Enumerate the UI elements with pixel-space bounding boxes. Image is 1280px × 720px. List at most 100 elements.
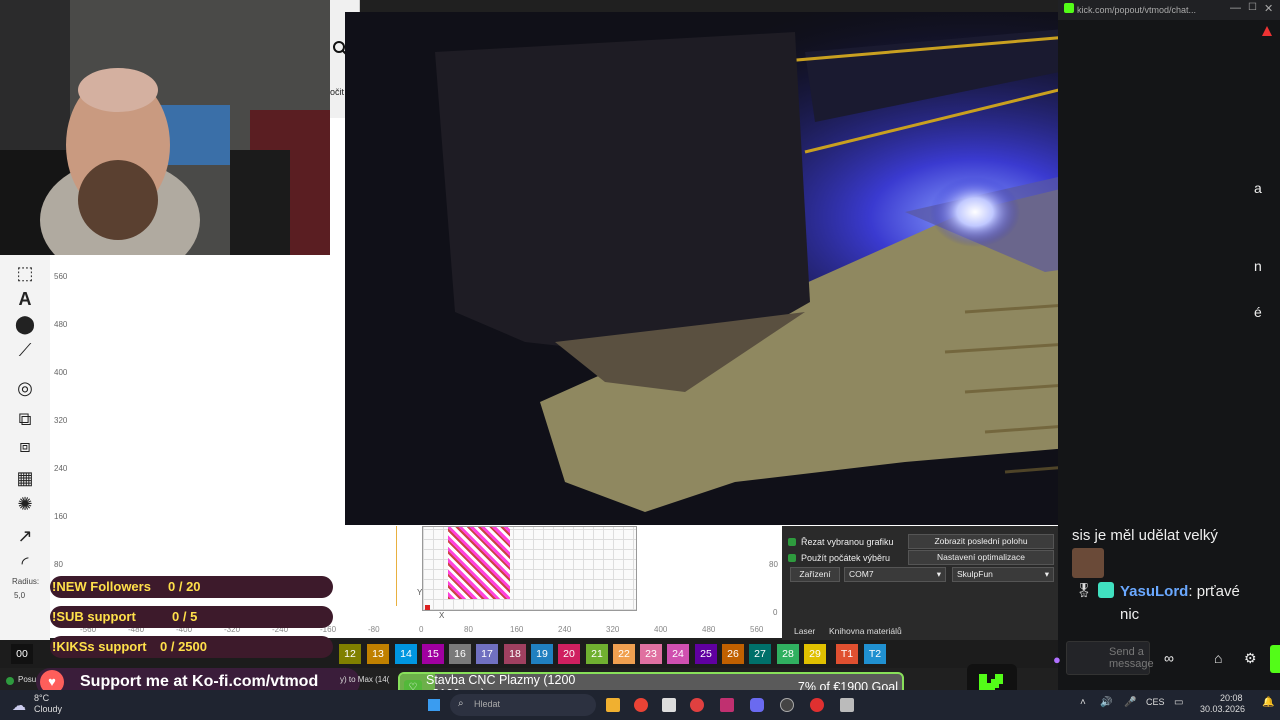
sub-goal-label: !SUB support xyxy=(52,609,136,624)
boolean-union-icon[interactable]: ⧉ xyxy=(14,408,36,430)
x-tick: 240 xyxy=(558,625,572,634)
palette-swatch[interactable]: 12 xyxy=(339,644,361,664)
boolean-subtract-icon[interactable]: ⧈ xyxy=(14,435,36,457)
streamer-webcam xyxy=(0,0,330,255)
right-ruler: 80 0 xyxy=(765,526,782,638)
palette-swatch[interactable]: 18 xyxy=(504,644,526,664)
palette-swatch[interactable]: 16 xyxy=(449,644,471,664)
x-tick: -80 xyxy=(368,625,380,634)
close-icon[interactable]: ✕ xyxy=(1264,2,1273,15)
palette-swatch[interactable]: 14 xyxy=(395,644,417,664)
search-placeholder: Hledat xyxy=(474,699,501,709)
tab-laser[interactable]: Laser xyxy=(794,626,815,636)
badge-icon: 🎖 xyxy=(1075,582,1093,598)
chat-window-titlebar: kick.com/popout/vtmod/chat... — ☐ ✕ xyxy=(1058,0,1280,20)
palette-swatch[interactable]: 27 xyxy=(749,644,771,664)
select-tool-icon[interactable]: ⬚ xyxy=(14,262,36,284)
port-select[interactable]: COM7 ▾ xyxy=(844,567,946,582)
settings-gear-icon[interactable]: ⚙ xyxy=(1244,650,1257,667)
followers-goal-value: 0 / 20 xyxy=(168,579,201,594)
use-origin-checkbox[interactable] xyxy=(788,554,796,562)
palette-swatch[interactable]: 15 xyxy=(422,644,444,664)
palette-swatch[interactable]: 00 xyxy=(11,644,33,664)
file-explorer-icon[interactable] xyxy=(606,698,620,712)
text-tool-icon[interactable]: A xyxy=(14,288,36,310)
offset-icon[interactable]: ◎ xyxy=(14,377,36,399)
optimization-settings-button[interactable]: Nastavení optimalizace xyxy=(908,550,1054,565)
x-tick: 160 xyxy=(510,625,524,634)
palette-swatch[interactable]: 19 xyxy=(531,644,553,664)
chat-message: YasuLord: prťavé nic xyxy=(1120,580,1240,626)
r-tick: 80 xyxy=(769,560,778,569)
discord-icon[interactable] xyxy=(750,698,764,712)
palette-swatch[interactable]: 25 xyxy=(695,644,717,664)
tray-expand-icon[interactable]: ˄ xyxy=(1080,697,1086,708)
sub-goal-value: 0 / 5 xyxy=(172,609,198,624)
radius-value: 5,0 xyxy=(14,591,26,600)
use-origin-row[interactable]: Použít počátek výběru xyxy=(788,553,890,563)
palette-swatch[interactable]: 17 xyxy=(476,644,498,664)
store-icon[interactable]: ⌂ xyxy=(1214,650,1222,666)
kiks-goal-label: !KIKSs support xyxy=(52,639,147,654)
design-artwork[interactable] xyxy=(448,527,510,599)
palette-swatch[interactable]: T2 xyxy=(864,644,886,664)
palette-swatch[interactable]: T1 xyxy=(836,644,858,664)
sub-goal-bar: !SUB support 0 / 5 xyxy=(50,606,333,628)
position-pin-icon[interactable]: ⬤ xyxy=(14,313,36,335)
followers-goal-label: !NEW Followers xyxy=(52,579,151,594)
chat-input-placeholder: Send a message xyxy=(1109,646,1154,670)
tab-material-library[interactable]: Knihovna materiálů xyxy=(829,626,902,636)
work-area[interactable] xyxy=(422,526,637,611)
palette-swatch[interactable]: 23 xyxy=(640,644,662,664)
cut-selected-row[interactable]: Řezat vybranou grafiku xyxy=(788,537,894,547)
maximize-icon[interactable]: ☐ xyxy=(1248,2,1257,13)
followers-goal-bar: !NEW Followers 0 / 20 xyxy=(50,576,333,598)
palette-swatch[interactable]: 28 xyxy=(777,644,799,664)
app-icon[interactable] xyxy=(720,698,734,712)
measure-ruler-icon[interactable]: ⟋ xyxy=(14,339,36,361)
origin-marker xyxy=(425,605,430,610)
palette-swatch[interactable]: 29 xyxy=(804,644,826,664)
device-select[interactable]: SkulpFun ▾ xyxy=(952,567,1054,582)
app-icon[interactable] xyxy=(810,698,824,712)
microphone-icon[interactable]: ● xyxy=(1053,652,1061,667)
grid-array-icon[interactable]: ▦ xyxy=(14,467,36,489)
x-tick: 320 xyxy=(606,625,620,634)
language-indicator[interactable]: CES xyxy=(1146,697,1165,707)
show-last-position-button[interactable]: Zobrazit poslední polohu xyxy=(908,534,1054,549)
clock-date[interactable]: 30.03.2026 xyxy=(1200,704,1245,714)
palette-swatch[interactable]: 13 xyxy=(367,644,389,664)
streamer-person-image xyxy=(0,0,330,255)
search-icon: ⌕ xyxy=(458,698,464,709)
edit-nodes-icon[interactable]: ↗ xyxy=(14,525,36,547)
palette-swatch[interactable]: 26 xyxy=(722,644,744,664)
minimize-icon[interactable]: — xyxy=(1230,2,1241,14)
clock-time[interactable]: 20:08 xyxy=(1220,693,1243,703)
speaker-icon[interactable]: 🔊 xyxy=(1100,697,1112,708)
devices-button[interactable]: Zařízení xyxy=(790,567,840,582)
taskbar-search[interactable]: ⌕ Hledat xyxy=(450,694,596,716)
chat-username[interactable]: YasuLord xyxy=(1120,583,1188,600)
obs-icon[interactable] xyxy=(780,698,794,712)
corner-radius-icon[interactable]: ◜ xyxy=(14,552,36,574)
app-icon[interactable] xyxy=(662,698,676,712)
microphone-tray-icon[interactable]: 🎤 xyxy=(1124,697,1136,708)
palette-swatch[interactable]: 24 xyxy=(667,644,689,664)
app-icon[interactable] xyxy=(840,698,854,712)
chrome-icon[interactable] xyxy=(634,698,648,712)
palette-swatch[interactable]: 20 xyxy=(558,644,580,664)
weather-cloud-icon[interactable]: ☁ xyxy=(12,697,26,714)
emote-picker-icon[interactable]: ∞ xyxy=(1164,650,1174,666)
start-windows-icon[interactable] xyxy=(428,699,440,711)
cut-selected-checkbox[interactable] xyxy=(788,538,796,546)
send-button[interactable] xyxy=(1270,645,1280,673)
palette-swatch[interactable]: 22 xyxy=(613,644,635,664)
notification-bell-icon[interactable]: 🔔 xyxy=(1262,697,1274,708)
y-tick: 80 xyxy=(54,560,63,569)
circular-array-icon[interactable]: ✺ xyxy=(14,493,36,515)
chat-overflow-text: é xyxy=(1254,304,1262,320)
chat-message-input[interactable]: ● Send a message xyxy=(1053,641,1154,675)
app-icon[interactable] xyxy=(690,698,704,712)
palette-swatch[interactable]: 21 xyxy=(586,644,608,664)
network-icon[interactable]: ▭ xyxy=(1174,697,1183,708)
